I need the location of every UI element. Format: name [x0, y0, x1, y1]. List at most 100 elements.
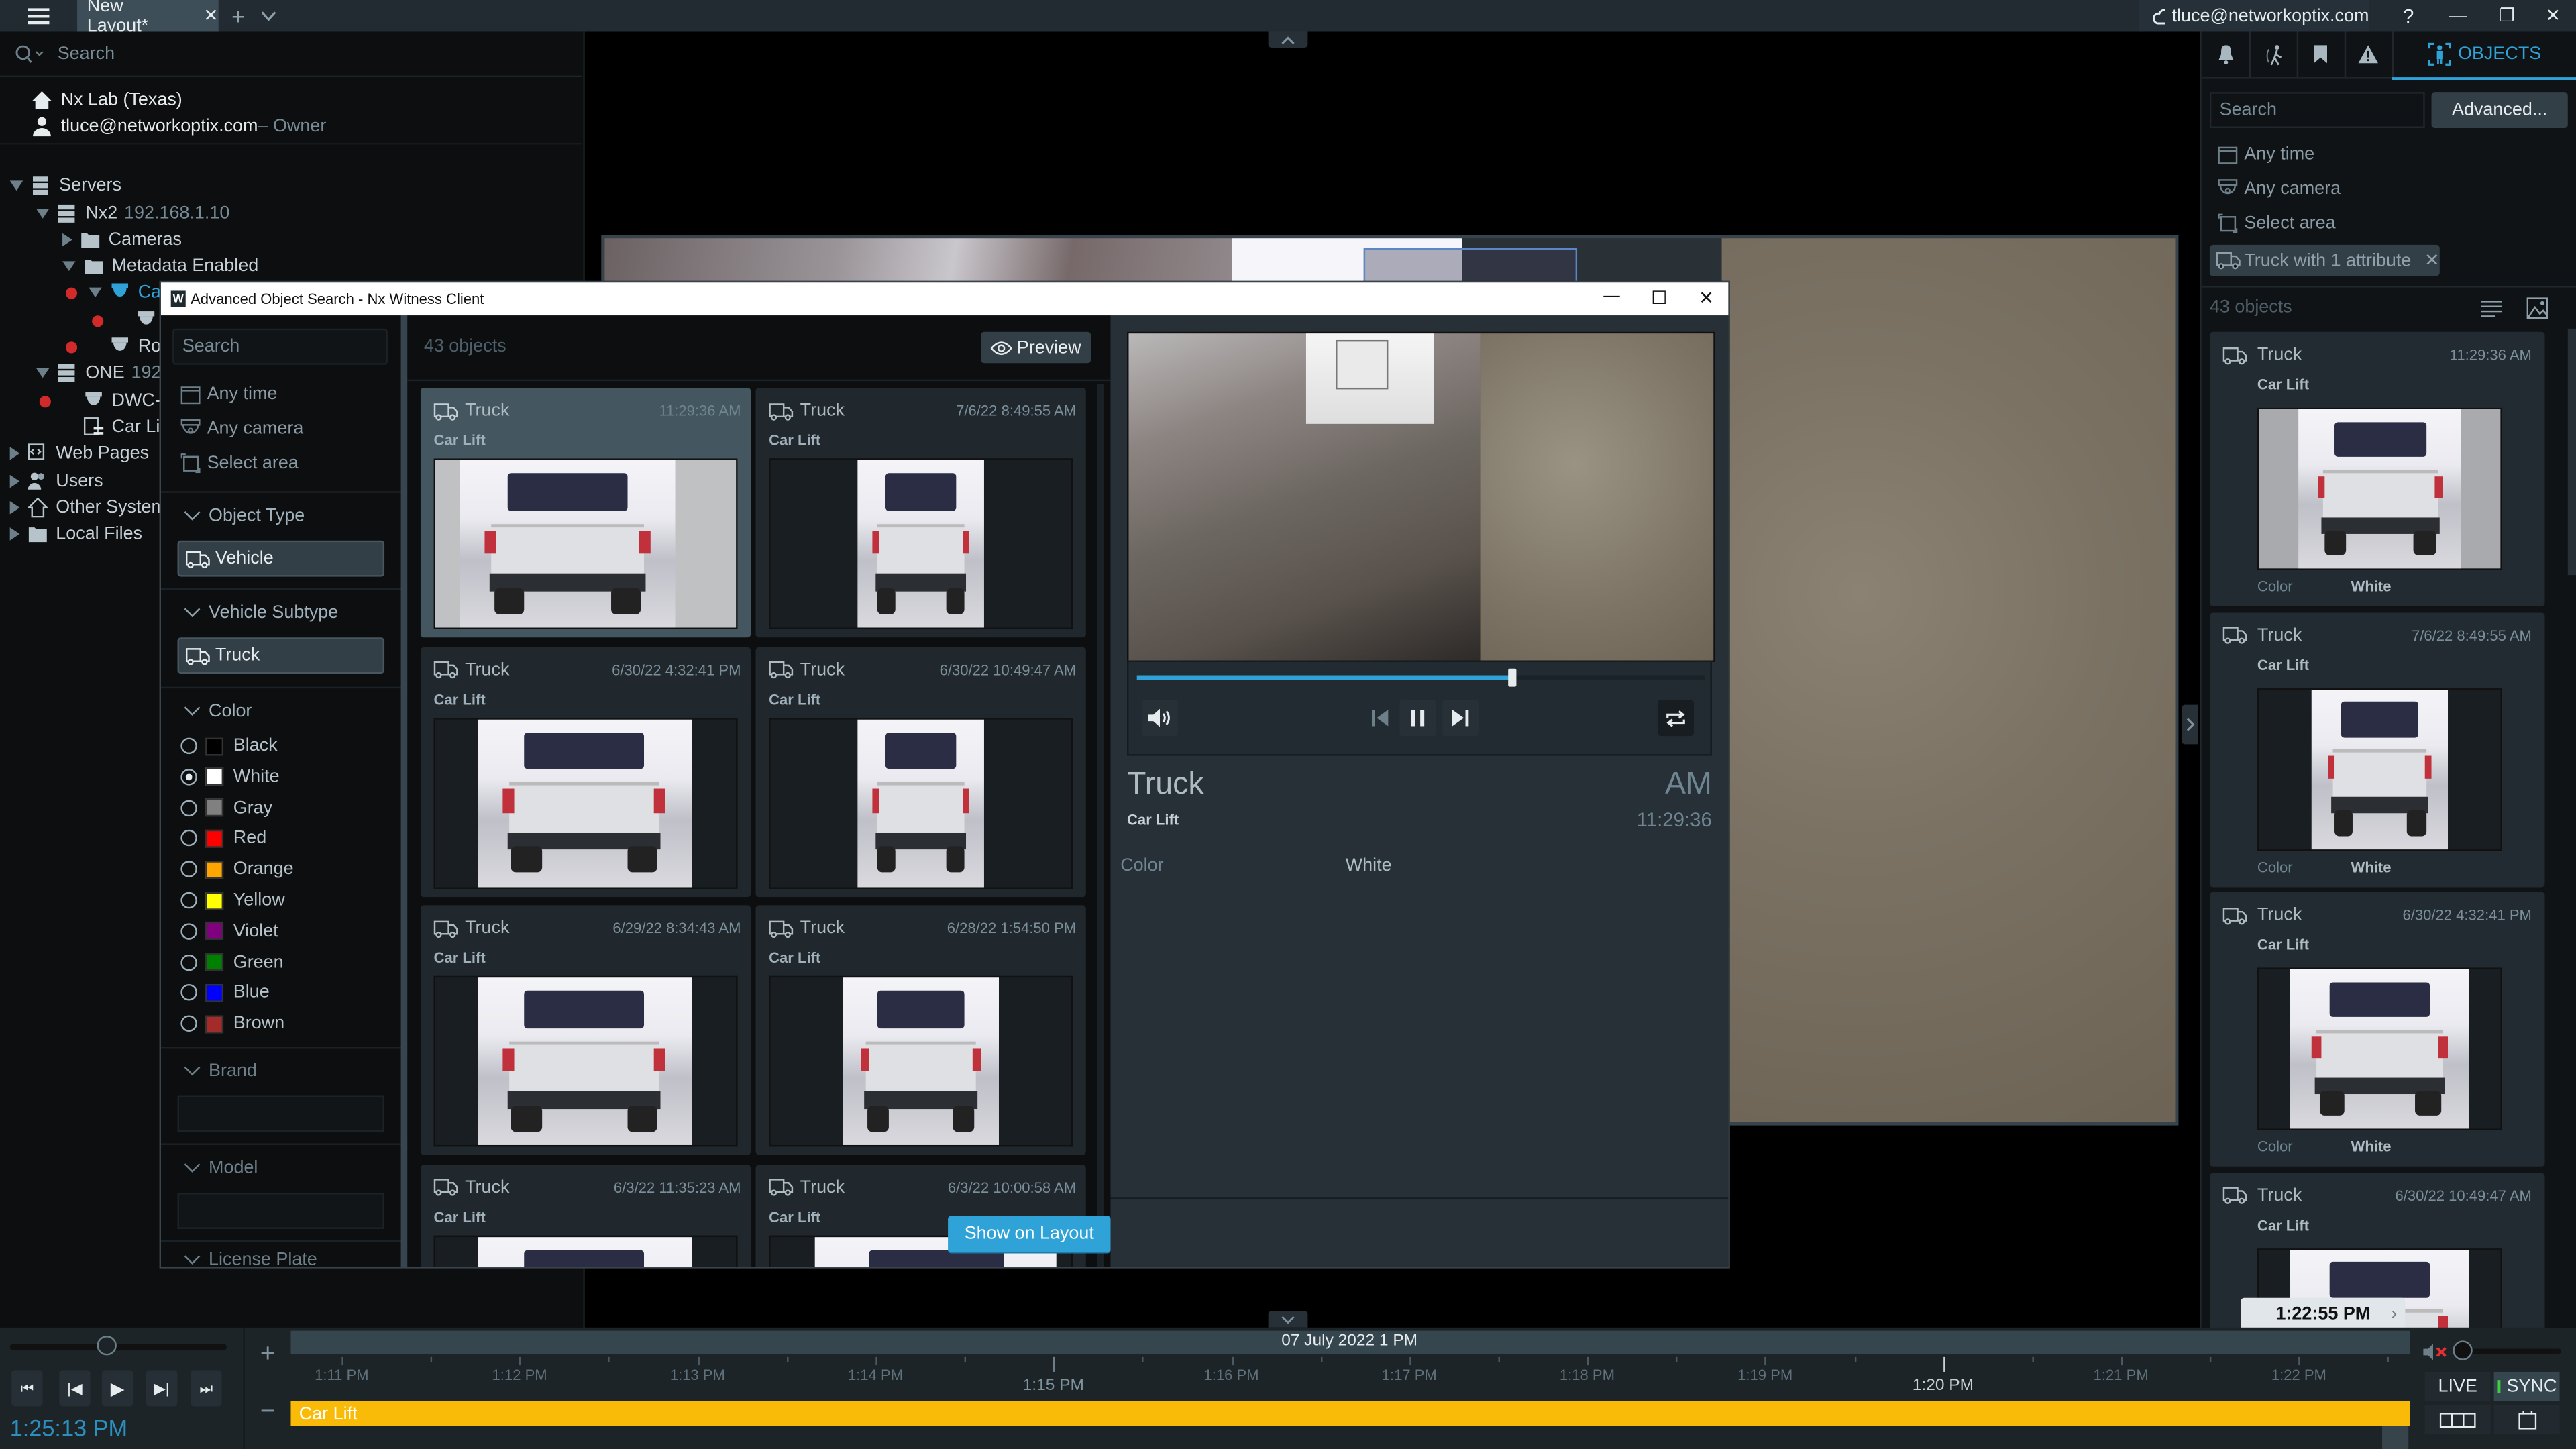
tab-new-layout[interactable]: New Layout* ✕ — [77, 0, 219, 36]
tab-objects[interactable]: OBJECTS — [2392, 32, 2576, 81]
radio-button[interactable] — [180, 984, 197, 1002]
tab-close-icon[interactable]: ✕ — [203, 5, 219, 26]
color-option-red[interactable]: Red — [180, 824, 266, 853]
expand-arrow-icon[interactable] — [9, 180, 23, 191]
object-thumbnail[interactable] — [2257, 967, 2502, 1130]
tabs-menu-button[interactable] — [256, 0, 279, 32]
result-card[interactable]: Truck 6/29/22 8:34:43 AM Car Lift — [420, 905, 751, 1155]
preview-toggle-button[interactable]: Preview — [981, 331, 1091, 364]
collapse-timeline-button[interactable] — [1268, 1311, 1308, 1328]
color-option-white[interactable]: White — [180, 762, 280, 792]
radio-button[interactable] — [180, 953, 197, 971]
tree-item[interactable] — [92, 307, 164, 333]
preview-scrubber-handle[interactable] — [1509, 668, 1517, 687]
object-thumbnail[interactable] — [2257, 407, 2502, 570]
radio-button[interactable] — [180, 922, 197, 940]
tree-item[interactable]: Local Files — [9, 521, 142, 547]
preview-next-button[interactable] — [1442, 700, 1479, 737]
color-option-yellow[interactable]: Yellow — [180, 885, 285, 915]
system-name[interactable]: Nx Lab (Texas) — [32, 87, 182, 113]
list-view-button[interactable] — [2480, 299, 2502, 322]
license-plate-header[interactable]: License Plate — [184, 1250, 317, 1267]
tab-motion[interactable] — [2249, 31, 2299, 79]
dialog-time-filter[interactable]: Any time — [180, 380, 277, 409]
expand-arrow-icon[interactable] — [62, 261, 76, 272]
model-input[interactable] — [177, 1192, 385, 1229]
expand-arrow-icon[interactable] — [36, 368, 50, 378]
results-scrollbar[interactable] — [1097, 384, 1104, 1267]
tree-item[interactable]: Other Systems — [9, 494, 175, 521]
expand-arrow-icon[interactable] — [89, 287, 102, 298]
tree-item[interactable]: Nx2 192.168.1.10 — [36, 201, 229, 227]
object-type-header[interactable]: Object Type — [184, 501, 305, 531]
expand-arrow-icon[interactable] — [36, 209, 50, 219]
collapse-titlebar-button[interactable] — [1268, 31, 1308, 48]
go-to-start-button[interactable]: ⏮ — [11, 1370, 43, 1407]
remove-filter-icon[interactable]: ✕ — [2424, 250, 2440, 271]
result-thumbnail[interactable] — [769, 975, 1073, 1147]
show-on-layout-button[interactable]: Show on Layout — [948, 1216, 1111, 1254]
collapse-arrow-icon[interactable] — [9, 474, 20, 488]
brand-header[interactable]: Brand — [184, 1057, 257, 1086]
previous-frame-button[interactable]: |◀ — [59, 1370, 91, 1407]
mute-button[interactable] — [2423, 1344, 2449, 1365]
result-card[interactable]: Truck 6/30/22 10:49:47 AM Car Lift — [755, 646, 1086, 896]
result-card[interactable]: Truck 6/30/22 4:32:41 PM Car Lift — [420, 646, 751, 896]
color-option-orange[interactable]: Orange — [180, 855, 294, 884]
result-thumbnail[interactable] — [433, 1234, 738, 1267]
brand-input[interactable] — [177, 1095, 385, 1132]
collapse-arrow-icon[interactable] — [9, 447, 20, 460]
model-header[interactable]: Model — [184, 1153, 258, 1183]
radio-button[interactable] — [180, 892, 197, 909]
collapse-right-panel-button[interactable] — [2182, 704, 2198, 745]
tree-item[interactable]: Car Li — [62, 414, 160, 440]
filters-scrollbar[interactable] — [400, 315, 408, 1267]
result-card[interactable]: Truck 11:29:36 AM Car Lift — [420, 387, 751, 638]
preview-loop-button[interactable] — [1658, 700, 1694, 737]
tree-item[interactable]: DWC-I — [39, 388, 166, 414]
advanced-button[interactable]: Advanced... — [2431, 92, 2568, 129]
result-card[interactable]: Truck 6/3/22 11:35:23 AM Car Lift — [420, 1164, 751, 1267]
radio-button[interactable] — [180, 799, 197, 816]
help-button[interactable]: ? — [2392, 0, 2425, 32]
volume-slider-handle[interactable] — [2453, 1340, 2473, 1360]
speed-slider-handle[interactable] — [97, 1336, 117, 1356]
color-option-blue[interactable]: Blue — [180, 978, 270, 1008]
preview-volume-button[interactable] — [1142, 700, 1178, 737]
color-option-brown[interactable]: Brown — [180, 1009, 284, 1038]
preview-previous-button[interactable] — [1362, 700, 1399, 737]
dialog-title-bar[interactable]: W Advanced Object Search - Nx Witness Cl… — [161, 282, 1729, 316]
result-thumbnail[interactable] — [769, 716, 1073, 888]
timeline-scroll-handle[interactable] — [2382, 1426, 2409, 1449]
dialog-search-input[interactable]: Search — [172, 328, 388, 365]
zoom-in-button[interactable]: + — [245, 1340, 291, 1380]
tree-item[interactable]: Cameras — [62, 227, 182, 253]
calendar-button[interactable] — [2493, 1404, 2560, 1434]
result-thumbnail[interactable] — [769, 458, 1073, 629]
restore-button[interactable]: ❐ — [2491, 0, 2524, 32]
objects-search-input[interactable]: Search — [2209, 92, 2425, 129]
preview-video[interactable] — [1127, 331, 1715, 662]
radio-button[interactable] — [180, 861, 197, 878]
go-to-end-button[interactable]: ⏭ — [191, 1370, 222, 1407]
results-scrollbar[interactable] — [2567, 328, 2576, 576]
tree-item[interactable]: ONE 192. — [36, 360, 166, 386]
result-thumbnail[interactable] — [433, 716, 738, 888]
radio-button[interactable] — [180, 737, 197, 755]
collapse-arrow-icon[interactable] — [62, 233, 72, 247]
vehicle-subtype-header[interactable]: Vehicle Subtype — [184, 598, 338, 627]
object-list-item[interactable]: Truck 6/30/22 4:32:41 PM Car Lift Color Whit… — [2209, 892, 2545, 1167]
minimize-button[interactable]: — — [2441, 0, 2474, 32]
tab-bookmarks[interactable] — [2296, 31, 2347, 79]
object-thumbnail[interactable] — [2257, 687, 2502, 851]
tree-item[interactable]: Users — [9, 468, 103, 494]
dialog-minimize-button[interactable]: — — [1603, 288, 1619, 306]
dialog-camera-filter[interactable]: Any camera — [180, 414, 303, 443]
zoom-out-button[interactable]: − — [245, 1398, 291, 1438]
main-menu-button[interactable] — [16, 0, 59, 32]
tree-item[interactable]: Ro — [65, 333, 161, 360]
dialog-area-filter[interactable]: Select area — [180, 449, 299, 478]
dialog-maximize-button[interactable]: ☐ — [1651, 288, 1667, 309]
play-button[interactable]: ▶ — [101, 1370, 133, 1407]
result-thumbnail[interactable] — [433, 975, 738, 1147]
